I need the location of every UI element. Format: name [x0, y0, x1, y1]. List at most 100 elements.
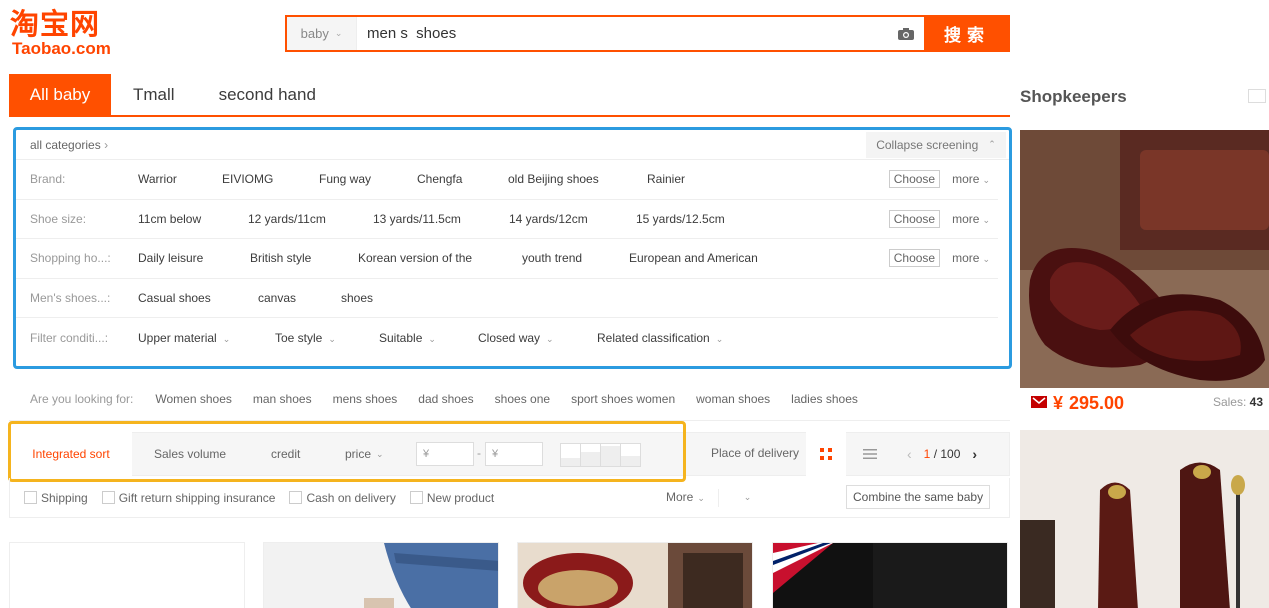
suggestion-link[interactable]: mens shoes — [333, 392, 398, 406]
filter-value[interactable]: 12 yards/11cm — [248, 212, 373, 226]
camera-icon[interactable] — [888, 17, 924, 50]
checkbox-label: Cash on delivery — [306, 490, 396, 505]
filter-row-conditions: Filter conditi...: Upper material ⌄ Toe s… — [16, 318, 998, 358]
suggestion-link[interactable]: ladies shoes — [791, 392, 858, 406]
collapse-screening-button[interactable]: Collapse screening ⌃ — [866, 131, 1006, 158]
suggestion-link[interactable]: dad shoes — [418, 392, 473, 406]
checkbox-box[interactable] — [409, 491, 423, 504]
suggestion-link[interactable]: man shoes — [253, 392, 312, 406]
pager: ‹ 1 / 100 › — [907, 446, 977, 462]
place-of-delivery[interactable]: Place of delivery — [711, 446, 799, 460]
checkbox-label: New product — [426, 490, 495, 505]
filter-dropdown[interactable]: Related classification ⌄ — [597, 331, 723, 345]
search-input[interactable] — [357, 17, 888, 50]
filter-value[interactable]: 14 yards/12cm — [509, 212, 636, 226]
checkbox-box[interactable] — [24, 491, 37, 504]
filter-value[interactable]: Daily leisure — [138, 251, 250, 265]
filter-value[interactable]: EIVIOMG — [222, 172, 319, 186]
filter-panel: all categories › Collapse screening ⌃ Br… — [13, 127, 1012, 369]
filter-value[interactable]: canvas — [258, 291, 341, 305]
filter-value[interactable]: 11cm below — [138, 212, 248, 226]
empty-dropdown[interactable]: ⌄ — [718, 489, 776, 507]
list-view-icon[interactable] — [850, 432, 890, 476]
combine-same-baby-button[interactable]: Combine the same baby — [846, 485, 991, 509]
product-image — [1020, 430, 1269, 608]
filter-value[interactable]: Casual shoes — [138, 291, 258, 305]
filter-value[interactable]: British style — [250, 251, 358, 265]
grid-view-icon[interactable] — [806, 432, 846, 476]
checkbox-box[interactable] — [101, 491, 115, 504]
checkbox-label: Shipping — [41, 490, 88, 505]
all-categories-link[interactable]: all categories › — [30, 138, 108, 152]
filter-value[interactable]: 13 yards/11.5cm — [373, 212, 509, 226]
price-currency: ¥ — [1053, 392, 1064, 413]
more-button[interactable]: more ⌄ — [952, 251, 990, 265]
suggestion-link[interactable]: woman shoes — [696, 392, 770, 406]
chevron-down-icon: ⌄ — [697, 493, 705, 503]
chevron-down-icon: ⌄ — [546, 333, 554, 344]
filter-value[interactable]: Fung way — [319, 172, 417, 186]
filter-row-brand: Brand: Warrior EIVIOMG Fung way Chengfa … — [16, 160, 998, 200]
collapse-label: Collapse screening — [876, 137, 979, 152]
prev-page-icon[interactable]: ‹ — [907, 446, 912, 462]
filter-value[interactable]: Korean version of the — [358, 251, 522, 265]
more-button[interactable]: more ⌄ — [952, 212, 990, 226]
suggestion-link[interactable]: shoes one — [495, 392, 550, 406]
search-button[interactable]: 搜索 — [924, 15, 1010, 52]
filter-dropdown[interactable]: Toe style ⌄ — [275, 331, 379, 345]
filter-value[interactable]: Rainier — [647, 172, 685, 186]
product-card[interactable] — [517, 542, 753, 608]
chevron-up-icon: ⌃ — [988, 139, 996, 149]
shipping-checkbox[interactable]: Shipping — [24, 491, 88, 505]
product-card[interactable] — [9, 542, 245, 608]
tab-tmall[interactable]: Tmall — [111, 74, 197, 115]
logo-english-text: Taobao.com — [12, 39, 111, 58]
filter-dropdown[interactable]: Closed way ⌄ — [478, 331, 597, 345]
checkbox-box[interactable] — [289, 491, 303, 504]
product-image — [1020, 130, 1269, 388]
gift-insurance-checkbox[interactable]: Gift return shipping insurance — [101, 491, 275, 505]
filter-dropdown[interactable]: Suitable ⌄ — [379, 331, 478, 345]
product-image — [773, 543, 1007, 608]
shopkeeper-product-image[interactable] — [1020, 130, 1269, 388]
more-options-dropdown[interactable]: More ⌄ — [666, 490, 705, 504]
product-card[interactable] — [263, 542, 499, 608]
taobao-logo[interactable]: 淘宝网 Taobao.com — [10, 8, 125, 64]
options-row: Shipping Gift return shipping insurance … — [9, 478, 1010, 518]
suggestion-link[interactable]: sport shoes women — [571, 392, 675, 406]
filter-value[interactable]: European and American — [629, 251, 758, 265]
new-product-checkbox[interactable]: New product — [409, 490, 495, 505]
chevron-down-icon: ⌄ — [428, 333, 436, 344]
tab-all-baby[interactable]: All baby — [9, 74, 111, 115]
shopkeeper-price-row: ¥ 295.00 Sales: 43 — [1031, 391, 1269, 415]
product-card[interactable] — [772, 542, 1008, 608]
chevron-down-icon: ⌄ — [328, 333, 336, 344]
filter-value[interactable]: Chengfa — [417, 172, 508, 186]
suggestion-link[interactable]: Women shoes — [155, 392, 231, 406]
filter-value[interactable]: Warrior — [138, 172, 222, 186]
filter-value[interactable]: shoes — [341, 291, 373, 305]
filter-label: Men's shoes...: — [30, 290, 111, 305]
cash-on-delivery-checkbox[interactable]: Cash on delivery — [289, 490, 396, 505]
filter-label: Brand: — [30, 172, 66, 187]
promo-icon — [1031, 395, 1047, 412]
filter-value[interactable]: youth trend — [522, 251, 629, 265]
choose-button[interactable]: Choose — [888, 249, 941, 268]
next-page-icon[interactable]: › — [972, 446, 977, 462]
shopkeeper-product-image[interactable] — [1020, 430, 1269, 608]
tab-second-hand[interactable]: second hand — [197, 74, 338, 115]
shopkeepers-toggle-icon[interactable] — [1248, 89, 1266, 103]
price-value: 295.00 — [1069, 392, 1125, 413]
chevron-down-icon: ⌄ — [743, 492, 752, 502]
choose-button[interactable]: Choose — [888, 170, 941, 189]
chevron-down-icon: ⌄ — [982, 214, 990, 225]
filter-row-shopping: Shopping ho...: Daily leisure British st… — [16, 239, 998, 279]
logo-chinese-text: 淘宝网 — [10, 7, 101, 41]
filter-dropdown[interactable]: Upper material ⌄ — [138, 331, 275, 345]
filter-value[interactable]: 15 yards/12.5cm — [636, 212, 725, 226]
filter-value[interactable]: old Beijing shoes — [508, 172, 647, 186]
search-category-dropdown[interactable]: baby ⌄ — [287, 17, 357, 50]
suggestion-label: Are you looking for: — [30, 391, 134, 406]
choose-button[interactable]: Choose — [888, 209, 941, 228]
more-button[interactable]: more ⌄ — [952, 172, 990, 186]
